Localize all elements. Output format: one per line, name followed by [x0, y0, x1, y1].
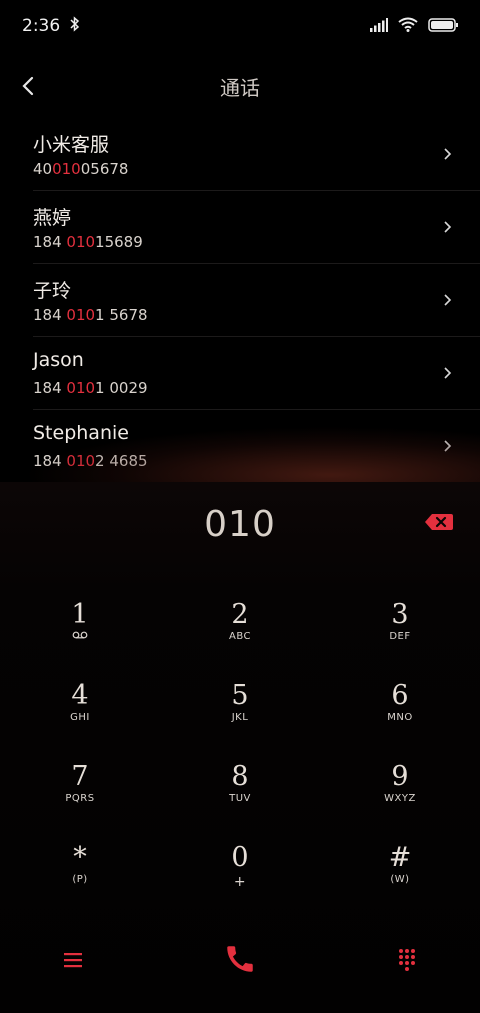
contact-name: 子玲 [33, 280, 72, 302]
backspace-button[interactable] [424, 512, 454, 532]
chevron-right-icon [444, 367, 452, 379]
key-1[interactable]: 1 [25, 600, 135, 670]
key-digit: 7 [71, 761, 89, 792]
number-match: 010 [66, 233, 96, 251]
wifi-icon [398, 17, 418, 36]
number-match: 010 [66, 379, 96, 397]
contact-name: 燕婷 [33, 207, 72, 229]
dialed-number: 010 [204, 504, 276, 545]
key-letters: JKL [231, 712, 249, 723]
search-results-list: 小米客服 4001005678 燕婷 184 01015689 子玲 184 0… [0, 118, 480, 482]
key-9[interactable]: 9 WXYZ [345, 762, 455, 832]
key-hash[interactable]: # (W) [345, 843, 455, 913]
dialpad-icon [399, 949, 415, 971]
key-digit: 5 [231, 680, 249, 711]
header: 通话 [0, 56, 480, 116]
number-prefix: 40 [33, 160, 53, 178]
contact-number: 184 0101 5678 [33, 306, 148, 324]
key-4[interactable]: 4 GHI [25, 681, 135, 751]
number-suffix: 2 4685 [95, 452, 148, 470]
contact-number: 184 01015689 [33, 233, 143, 251]
battery-icon [428, 17, 458, 36]
number-prefix: 184 [33, 306, 67, 324]
key-letters: WXYZ [384, 793, 416, 804]
number-match: 010 [66, 452, 96, 470]
menu-button[interactable] [58, 940, 88, 980]
key-8[interactable]: 8 TUV [185, 762, 295, 832]
number-match: 010 [66, 306, 96, 324]
contact-row[interactable]: Jason 184 0101 0029 [0, 337, 480, 410]
key-0[interactable]: 0 + [185, 843, 295, 913]
key-3[interactable]: 3 DEF [345, 600, 455, 670]
number-suffix: 1 0029 [95, 379, 148, 397]
contact-number: 4001005678 [33, 160, 128, 178]
status-time: 2:36 [22, 16, 61, 36]
contact-row[interactable]: Stephanie 184 0102 4685 [0, 410, 480, 483]
number-match: 010 [52, 160, 81, 178]
chevron-right-icon [444, 221, 452, 233]
phone-icon [227, 946, 253, 972]
contact-name: 小米客服 [33, 134, 110, 156]
voicemail-icon [25, 631, 135, 642]
call-button[interactable] [220, 938, 260, 980]
number-suffix: 1 5678 [95, 306, 148, 324]
backspace-icon [425, 514, 453, 530]
status-left: 2:36 [22, 15, 80, 37]
signal-icon [370, 17, 388, 36]
chevron-right-icon [444, 148, 452, 160]
key-letters: TUV [229, 793, 251, 804]
status-bar: 2:36 [0, 0, 480, 52]
status-right [370, 17, 458, 36]
key-letters: PQRS [65, 793, 95, 804]
dialpad-toggle-button[interactable] [390, 940, 424, 980]
key-letters: (P) [72, 874, 88, 885]
contact-name: Jason [33, 349, 84, 371]
bottom-action-bar [0, 930, 480, 990]
key-letters: DEF [389, 631, 411, 642]
number-prefix: 184 [33, 379, 67, 397]
key-digit: 3 [391, 599, 409, 630]
page-title: 通话 [220, 76, 260, 100]
key-7[interactable]: 7 PQRS [25, 762, 135, 832]
key-digit: 8 [231, 761, 249, 792]
contact-number: 184 0102 4685 [33, 452, 148, 470]
number-prefix: 184 [33, 233, 67, 251]
number-suffix: 05678 [80, 160, 129, 178]
menu-icon [64, 953, 82, 968]
contact-row[interactable]: 燕婷 184 01015689 [0, 191, 480, 264]
number-prefix: 184 [33, 452, 67, 470]
key-digit: # [388, 842, 412, 873]
key-5[interactable]: 5 JKL [185, 681, 295, 751]
key-star[interactable]: * (P) [25, 843, 135, 913]
number-suffix: 15689 [95, 233, 143, 251]
key-letters: (W) [390, 874, 410, 885]
key-6[interactable]: 6 MNO [345, 681, 455, 751]
contact-name: Stephanie [33, 422, 129, 444]
key-2[interactable]: 2 ABC [185, 600, 295, 670]
key-digit: 9 [391, 761, 409, 792]
contact-row[interactable]: 子玲 184 0101 5678 [0, 264, 480, 337]
bluetooth-icon [70, 15, 80, 37]
key-digit: 2 [231, 599, 249, 630]
chevron-right-icon [444, 294, 452, 306]
key-digit: 4 [71, 680, 89, 711]
key-digit: * [73, 842, 87, 873]
key-letters: MNO [387, 712, 413, 723]
key-letters: + [233, 874, 247, 890]
chevron-right-icon [444, 440, 452, 452]
key-digit: 1 [71, 599, 89, 630]
key-letters: ABC [228, 631, 251, 642]
key-digit: 6 [391, 680, 409, 711]
contact-number: 184 0101 0029 [33, 379, 148, 397]
key-letters: GHI [70, 712, 90, 723]
key-digit: 0 [231, 842, 249, 873]
contact-row[interactable]: 小米客服 4001005678 [0, 118, 480, 191]
